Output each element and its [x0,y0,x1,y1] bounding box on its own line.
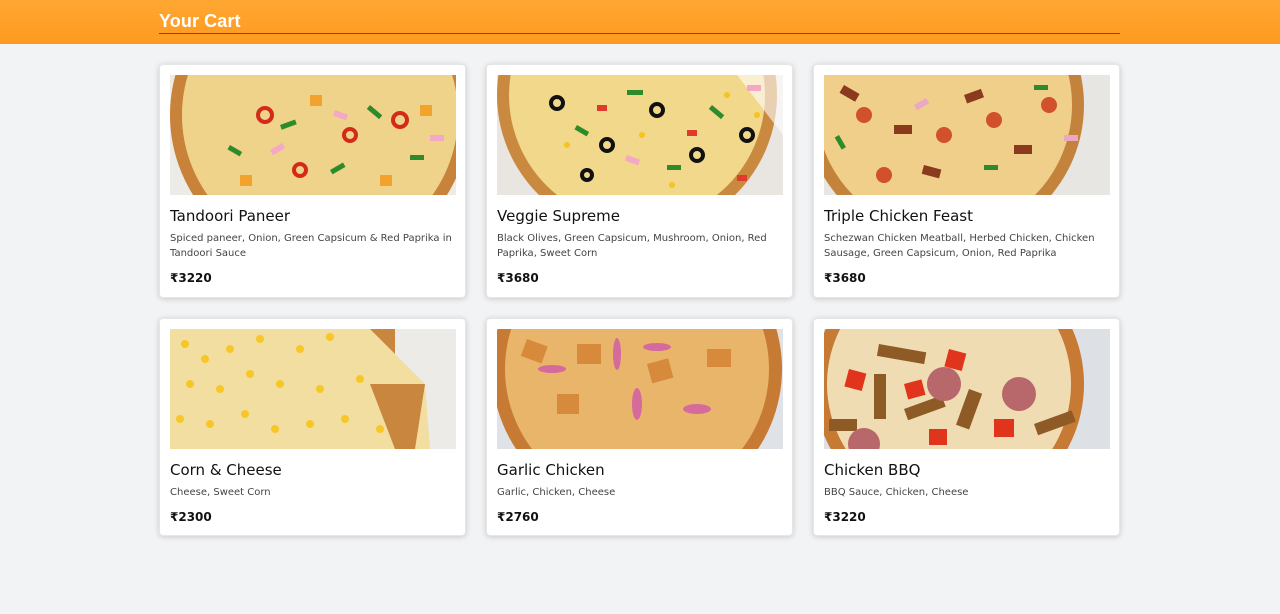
cart-item-card[interactable]: Garlic Chicken Garlic, Chicken, Cheese ₹… [486,318,793,536]
app-header: Your Cart [0,0,1280,44]
item-description: Cheese, Sweet Corn [170,487,271,498]
cart-item-card[interactable]: Triple Chicken Feast Schezwan Chicken Me… [813,64,1120,298]
item-name: Triple Chicken Feast [824,207,973,225]
cart-item-card[interactable]: Tandoori Paneer Spiced paneer, Onion, Gr… [159,64,466,298]
pizza-image [824,75,1110,195]
item-price: ₹3680 [824,271,866,285]
item-description: Black Olives, Green Capsicum, Mushroom, … [497,233,767,259]
item-price: ₹2760 [497,510,539,524]
item-description: Schezwan Chicken Meatball, Herbed Chicke… [824,233,1095,259]
item-price: ₹2300 [170,510,212,524]
header-bar: Your Cart [159,0,1120,34]
pizza-image [497,329,783,449]
pizza-image [170,75,456,195]
cart-item-card[interactable]: Veggie Supreme Black Olives, Green Capsi… [486,64,793,298]
item-description: Spiced paneer, Onion, Green Capsicum & R… [170,233,452,259]
item-description: BBQ Sauce, Chicken, Cheese [824,487,969,498]
pizza-image [497,75,783,195]
item-price: ₹3220 [824,510,866,524]
item-name: Chicken BBQ [824,461,921,479]
item-price: ₹3680 [497,271,539,285]
item-name: Garlic Chicken [497,461,605,479]
pizza-image [170,329,456,449]
item-description: Garlic, Chicken, Cheese [497,487,616,498]
item-price: ₹3220 [170,271,212,285]
cart-item-card[interactable]: Chicken BBQ BBQ Sauce, Chicken, Cheese ₹… [813,318,1120,536]
item-name: Corn & Cheese [170,461,282,479]
item-name: Tandoori Paneer [170,207,291,225]
cart-item-card[interactable]: Corn & Cheese Cheese, Sweet Corn ₹2300 [159,318,466,536]
item-name: Veggie Supreme [497,207,620,225]
page-title: Your Cart [159,11,241,31]
pizza-image [824,329,1110,449]
